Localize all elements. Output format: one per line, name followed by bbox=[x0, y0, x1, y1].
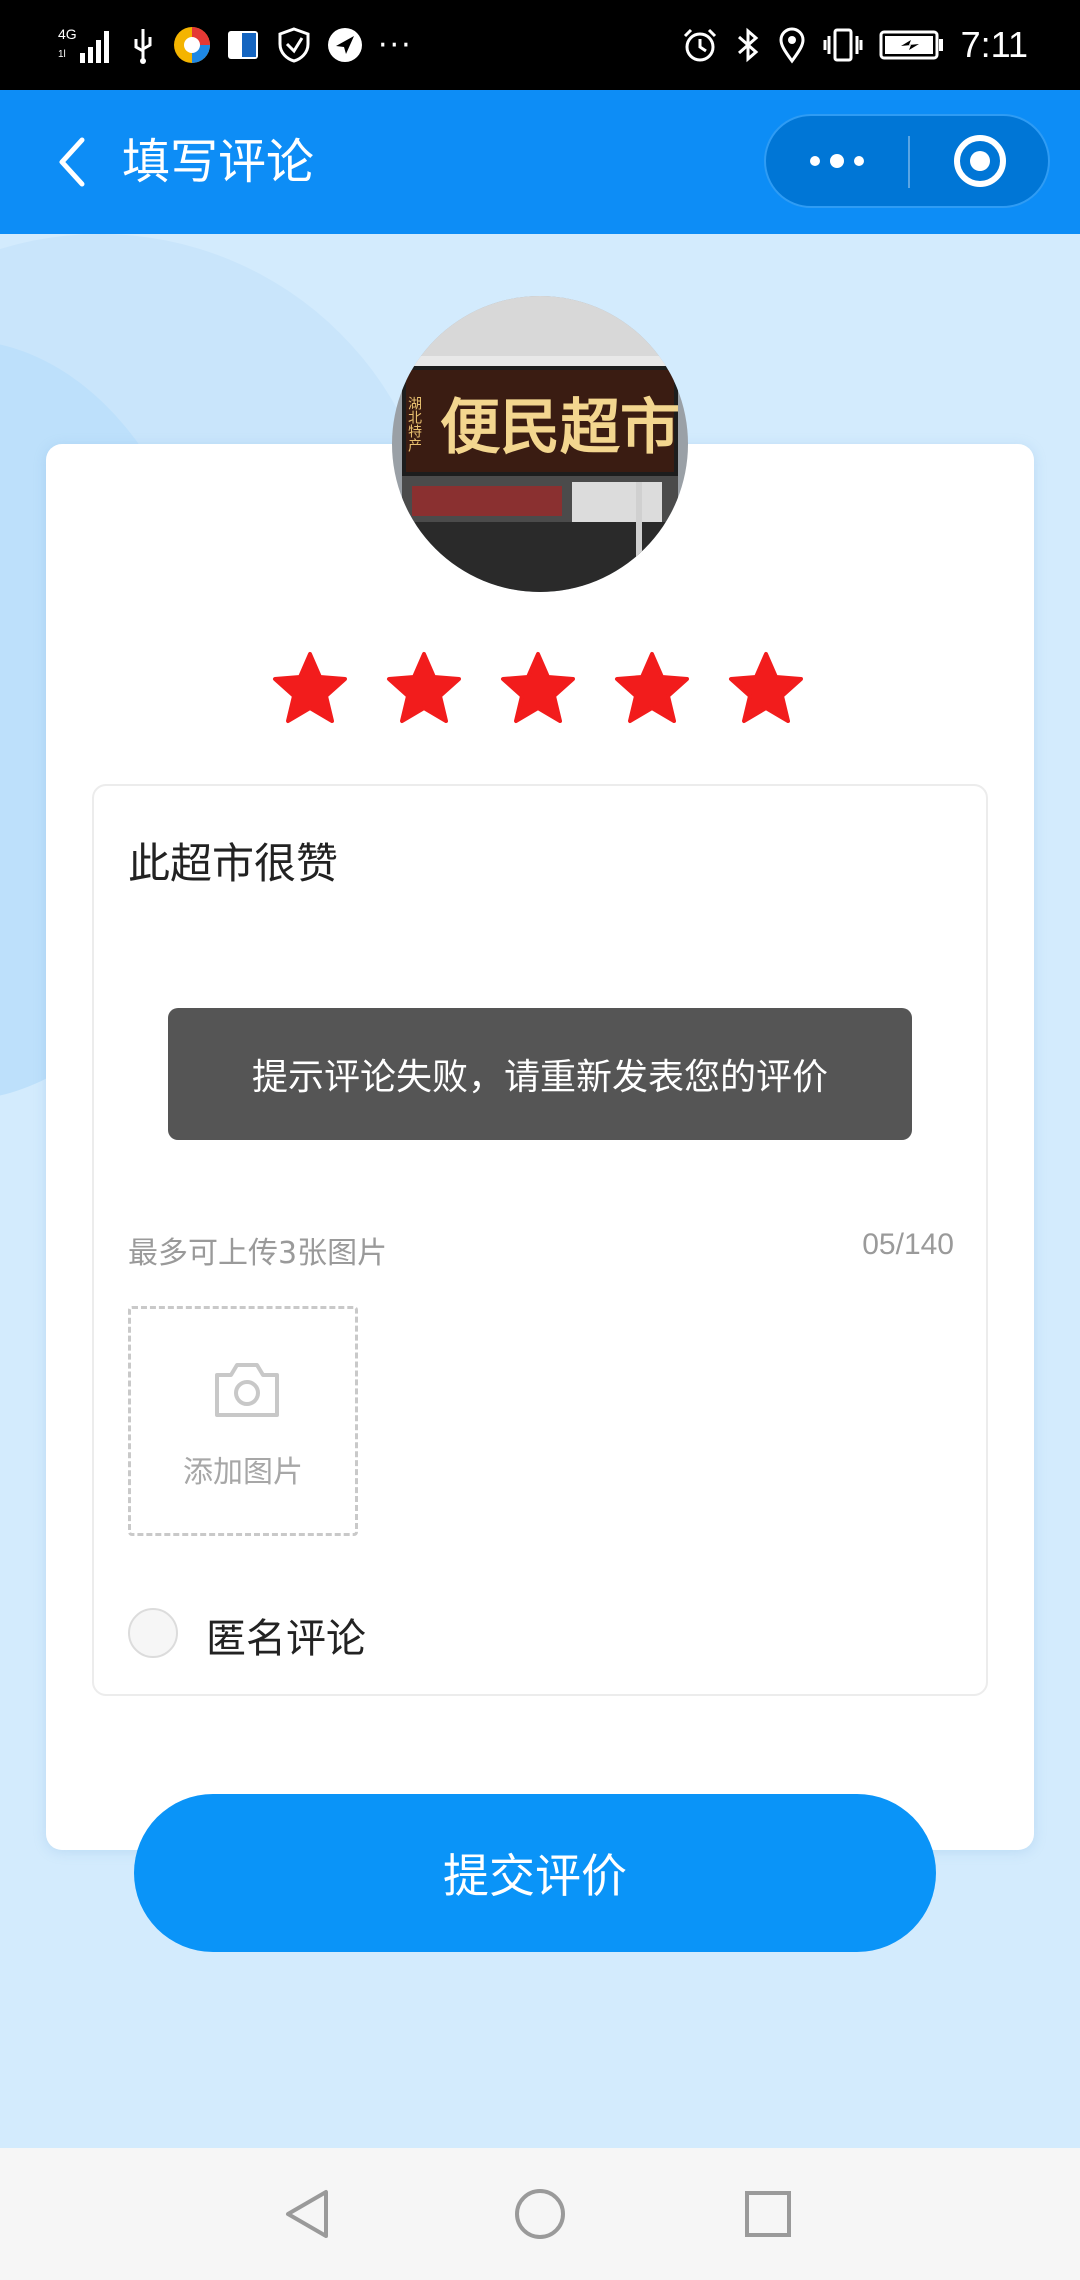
chevron-left-icon bbox=[59, 137, 85, 187]
star-icon[interactable] bbox=[384, 648, 464, 728]
add-photo-label: 添加图片 bbox=[183, 1455, 303, 1490]
close-button[interactable] bbox=[910, 116, 1050, 206]
signal-icon: 4G 1l bbox=[58, 26, 109, 63]
review-box: 此超市很赞 最多可上传3张图片 05/140 添加图片 匿名评论 bbox=[92, 784, 988, 1696]
target-circle-icon bbox=[954, 135, 1006, 187]
star-icon[interactable] bbox=[612, 648, 692, 728]
camera-icon bbox=[215, 1363, 279, 1417]
store-photo: 湖北特产 便民超市 bbox=[392, 296, 688, 592]
mini-program-capsule bbox=[764, 114, 1050, 208]
navigation-app-icon bbox=[328, 28, 362, 62]
vibrate-icon bbox=[823, 28, 863, 62]
status-left: 4G 1l ··· bbox=[58, 22, 413, 68]
store-sign-small: 湖北特产 bbox=[406, 396, 422, 453]
page-title: 填写评论 bbox=[122, 134, 315, 190]
more-dots-icon bbox=[810, 154, 864, 168]
back-button[interactable] bbox=[36, 126, 108, 198]
nav-recent-button[interactable] bbox=[730, 2176, 806, 2252]
review-page: 4G 1l ··· 7:11 填写评论 湖北特产 便民超市 此超市很赞 最多可上… bbox=[0, 0, 1080, 2280]
square-recent-icon bbox=[745, 2191, 791, 2237]
star-icon[interactable] bbox=[270, 648, 350, 728]
circle-home-icon bbox=[515, 2189, 565, 2239]
title-bar: 填写评论 bbox=[0, 90, 1080, 234]
review-text-input[interactable]: 此超市很赞 bbox=[128, 830, 338, 891]
app-icon bbox=[228, 31, 258, 59]
rating-stars bbox=[270, 648, 810, 732]
star-icon[interactable] bbox=[498, 648, 578, 728]
more-button[interactable] bbox=[766, 116, 908, 206]
nav-home-button[interactable] bbox=[502, 2176, 578, 2252]
anonymous-radio[interactable] bbox=[128, 1608, 178, 1658]
status-right: 7:11 bbox=[681, 22, 1028, 68]
bluetooth-icon bbox=[737, 27, 758, 63]
location-icon bbox=[779, 27, 805, 64]
upload-hint: 最多可上传3张图片 bbox=[128, 1236, 388, 1271]
status-bar: 4G 1l ··· 7:11 bbox=[0, 0, 1080, 90]
add-photo-button[interactable]: 添加图片 bbox=[128, 1306, 358, 1536]
system-nav-bar bbox=[0, 2148, 1080, 2280]
anonymous-label: 匿名评论 bbox=[206, 1616, 366, 1662]
browser-app-icon bbox=[174, 27, 210, 63]
error-toast: 提示评论失败，请重新发表您的评价 bbox=[168, 1008, 912, 1140]
nav-back-button[interactable] bbox=[270, 2176, 346, 2252]
shield-icon bbox=[278, 27, 310, 63]
status-time: 7:11 bbox=[960, 24, 1028, 65]
usb-icon bbox=[134, 29, 152, 64]
submit-review-button[interactable]: 提交评价 bbox=[134, 1794, 936, 1952]
network-label: 4G bbox=[58, 26, 77, 42]
svg-text:1l: 1l bbox=[58, 49, 66, 60]
triangle-back-icon bbox=[286, 2190, 328, 2238]
star-icon[interactable] bbox=[726, 648, 806, 728]
store-sign: 便民超市 bbox=[440, 393, 680, 463]
battery-icon bbox=[879, 30, 943, 60]
store-avatar: 湖北特产 便民超市 bbox=[392, 296, 688, 592]
status-more: ··· bbox=[378, 27, 413, 63]
char-count: 05/140 bbox=[862, 1228, 954, 1261]
alarm-icon bbox=[683, 28, 716, 62]
